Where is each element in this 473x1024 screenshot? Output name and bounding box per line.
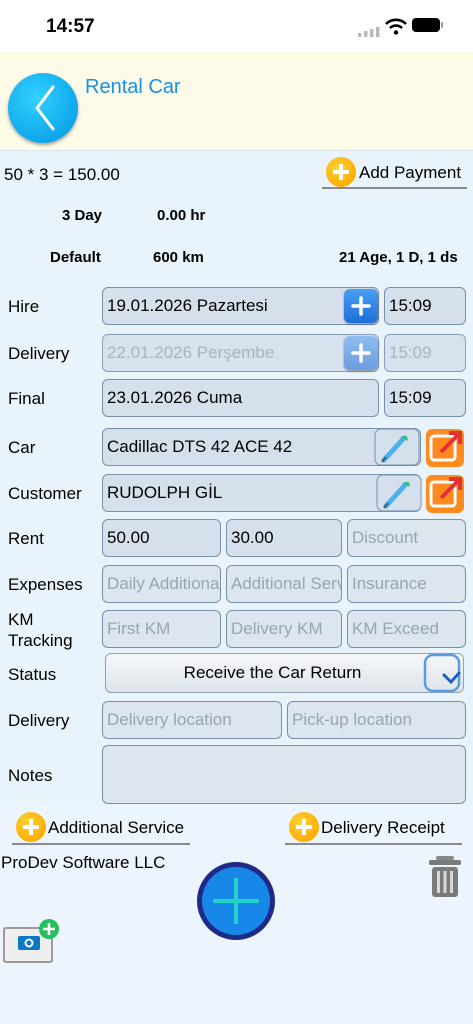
add-payment-plus-icon[interactable] <box>326 157 356 187</box>
chevron-down-icon[interactable] <box>422 653 464 693</box>
car-label: Car <box>8 438 36 457</box>
delivery-km-field[interactable]: Delivery KM <box>226 610 342 648</box>
add-payment-button[interactable]: Add Payment <box>359 163 461 183</box>
notes-label: Notes <box>8 766 53 785</box>
wifi-icon <box>385 18 407 35</box>
delivery-date-field[interactable]: 22.01.2026 Perşembe <box>102 334 379 372</box>
final-label: Final <box>8 389 45 408</box>
camera-icon[interactable] <box>2 918 62 966</box>
rent-second-field[interactable]: 30.00 <box>226 519 342 557</box>
battery-icon <box>412 18 440 32</box>
expenses-label: Expenses <box>8 575 83 594</box>
km-allowance: 600 km <box>153 249 204 266</box>
rental-hours: 0.00 hr <box>157 207 206 224</box>
km-exceed-field[interactable]: KM Exceed <box>347 610 466 648</box>
driver-info: 21 Age, 1 D, 1 ds <box>339 249 458 266</box>
page-title: Rental Car <box>85 76 181 98</box>
hire-date-plus-button[interactable] <box>344 289 378 323</box>
status-label: Status <box>8 665 57 684</box>
pricing-plan: Default <box>50 249 101 266</box>
back-button[interactable] <box>8 73 78 143</box>
delivery-time-field[interactable]: 15:09 <box>384 334 466 372</box>
plus-icon <box>351 343 371 363</box>
customer-label: Customer <box>8 484 82 503</box>
notes-field[interactable] <box>102 745 466 804</box>
km-tracking-label: KM Tracking <box>8 610 73 650</box>
add-fab-button[interactable] <box>195 860 277 942</box>
discount-field[interactable]: Discount <box>347 519 466 557</box>
delivery-receipt-button[interactable]: Delivery Receipt <box>321 818 445 838</box>
rental-days: 3 Day <box>62 207 103 224</box>
final-date-field[interactable]: 23.01.2026 Cuma <box>102 379 379 417</box>
delivery-receipt-plus-icon[interactable] <box>289 812 319 842</box>
daily-additional-field[interactable]: Daily Additional <box>102 565 221 603</box>
rent-label: Rent <box>8 529 44 548</box>
additional-service-button[interactable]: Additional Service <box>48 818 184 838</box>
final-time-field[interactable]: 15:09 <box>384 379 466 417</box>
delivery-date-plus-button[interactable] <box>344 336 378 370</box>
open-car-external-link-icon[interactable] <box>425 428 465 468</box>
hire-label: Hire <box>8 297 40 316</box>
open-customer-external-link-icon[interactable] <box>425 474 465 514</box>
status-time: 14:57 <box>46 16 95 37</box>
rent-price-field[interactable]: 50.00 <box>102 519 221 557</box>
insurance-field[interactable]: Insurance <box>347 565 466 603</box>
edit-customer-pencil-icon[interactable] <box>376 474 422 512</box>
delivery-location-field[interactable]: Delivery location <box>102 701 282 739</box>
trash-icon[interactable] <box>428 855 462 899</box>
plus-icon <box>351 296 371 316</box>
company-name: ProDev Software LLC <box>1 853 166 872</box>
additional-service-plus-icon[interactable] <box>16 812 46 842</box>
delivery-location-label: Delivery <box>8 711 70 730</box>
customer-field[interactable]: RUDOLPH GİL <box>102 474 421 512</box>
signal-icon <box>358 27 380 37</box>
hire-time-field[interactable]: 15:09 <box>384 287 466 325</box>
delivery-label: Delivery <box>8 344 70 363</box>
edit-car-pencil-icon[interactable] <box>374 428 420 466</box>
first-km-field[interactable]: First KM <box>102 610 221 648</box>
price-formula: 50 * 3 = 150.00 <box>4 165 120 184</box>
pickup-location-field[interactable]: Pick-up location <box>287 701 466 739</box>
chevron-left-icon <box>35 85 55 131</box>
additional-service-field[interactable]: Additional Service <box>226 565 342 603</box>
hire-date-field[interactable]: 19.01.2026 Pazartesi <box>102 287 379 325</box>
status-select[interactable]: Receive the Car Return <box>105 653 464 693</box>
